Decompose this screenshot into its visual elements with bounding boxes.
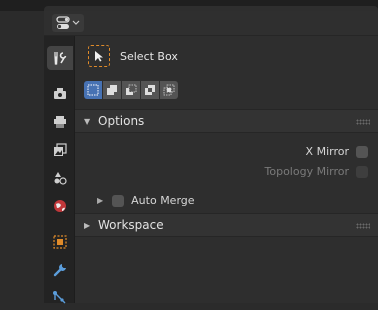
workspace-panel-header[interactable]: ▶ Workspace	[75, 213, 378, 237]
select-subtract-icon	[126, 84, 137, 95]
mode-subtract-button[interactable]	[122, 81, 140, 99]
active-tool-row: Select Box	[88, 44, 178, 68]
select-extend-icon	[107, 85, 117, 95]
tab-object[interactable]	[47, 230, 73, 254]
x-mirror-row: X Mirror	[306, 145, 368, 158]
expand-right-icon: ▶	[84, 220, 91, 230]
editor-header	[44, 11, 378, 36]
modifier-icon	[53, 264, 66, 277]
options-panel-header[interactable]: ▼ Options	[75, 109, 378, 133]
expand-right-icon: ▶	[97, 196, 104, 205]
select-intersect-icon	[163, 84, 175, 96]
expand-down-icon: ▼	[84, 116, 91, 126]
select-invert-icon	[145, 85, 155, 95]
particles-icon	[53, 291, 66, 304]
object-icon	[53, 235, 67, 249]
render-icon	[54, 88, 66, 99]
tab-world[interactable]	[47, 194, 73, 218]
mode-new-button[interactable]	[84, 81, 102, 99]
auto-merge-label: Auto Merge	[131, 194, 195, 207]
tab-modifiers[interactable]	[47, 258, 73, 282]
tab-scene[interactable]	[47, 166, 73, 190]
left-editor-area	[0, 11, 45, 303]
tab-render[interactable]	[47, 82, 73, 106]
mode-invert-button[interactable]	[141, 81, 159, 99]
tab-output[interactable]	[47, 110, 73, 134]
tool-icon	[54, 52, 67, 65]
mode-extend-button[interactable]	[103, 81, 121, 99]
active-tool-label: Select Box	[120, 49, 178, 63]
properties-main: Select Box ▼ Options X Mirror Topology M…	[75, 36, 378, 303]
world-icon	[54, 200, 66, 212]
topology-mirror-label: Topology Mirror	[264, 165, 349, 178]
drag-handle-icon[interactable]	[356, 119, 370, 125]
x-mirror-label: X Mirror	[305, 145, 349, 158]
select-new-icon	[87, 84, 99, 96]
selection-mode-buttons	[84, 81, 178, 99]
editor-type-dropdown[interactable]	[52, 14, 84, 32]
topology-mirror-row: Topology Mirror	[265, 165, 368, 178]
tab-particles[interactable]	[47, 286, 73, 310]
top-area-border	[0, 0, 378, 11]
x-mirror-checkbox[interactable]	[356, 145, 368, 158]
workspace-panel-label: Workspace	[98, 218, 164, 232]
drag-handle-icon[interactable]	[356, 223, 370, 229]
tab-view-layer[interactable]	[47, 138, 73, 162]
auto-merge-subpanel[interactable]: ▶ Auto Merge	[97, 194, 195, 207]
topology-mirror-checkbox[interactable]	[356, 165, 368, 178]
view-layer-icon	[54, 143, 67, 156]
auto-merge-checkbox[interactable]	[112, 194, 125, 207]
select-box-icon[interactable]	[88, 45, 110, 67]
properties-editor-icon	[56, 16, 80, 29]
options-panel-label: Options	[98, 114, 145, 128]
mode-intersect-button[interactable]	[160, 81, 178, 99]
output-icon	[54, 116, 66, 128]
tab-tool[interactable]	[47, 46, 73, 70]
properties-tabs	[44, 36, 75, 304]
scene-icon	[54, 172, 67, 185]
